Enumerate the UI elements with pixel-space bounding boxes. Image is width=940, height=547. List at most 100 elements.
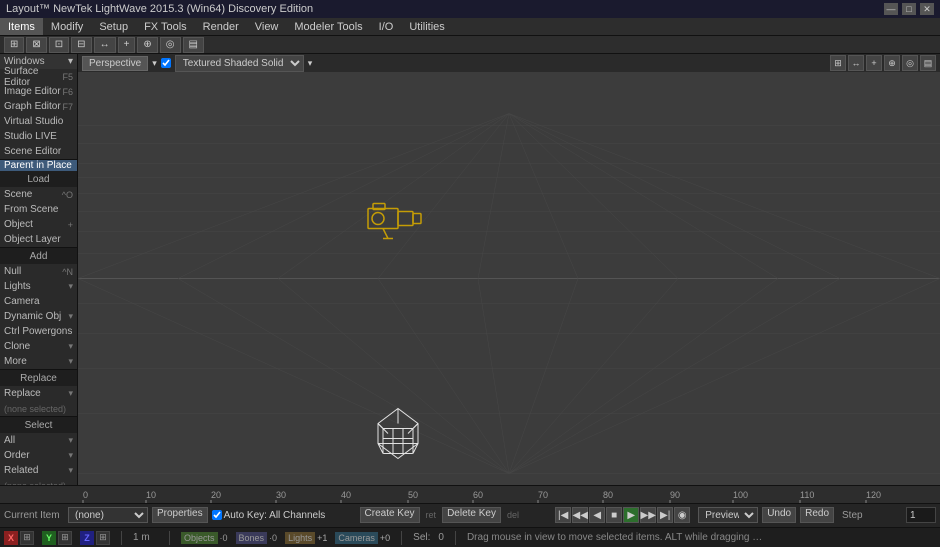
menu-items[interactable]: Items — [0, 18, 43, 35]
load-object-btn[interactable]: Object + — [0, 217, 77, 232]
vp-icon-4[interactable]: ⊕ — [884, 55, 900, 71]
pb-first[interactable]: |◀ — [555, 507, 571, 523]
cameras-plus[interactable]: +0 — [380, 533, 390, 543]
viewport-label[interactable]: Perspective — [82, 56, 148, 71]
toolbar-btn-2[interactable]: ⊠ — [26, 37, 46, 53]
menu-fx-tools[interactable]: FX Tools — [136, 18, 195, 35]
vp-icon-1[interactable]: ⊞ — [830, 55, 846, 71]
menu-render[interactable]: Render — [195, 18, 247, 35]
axis-z-btn[interactable]: Z — [80, 531, 94, 545]
toolbar-btn-1[interactable]: ⊞ — [4, 37, 24, 53]
menu-io[interactable]: I/O — [371, 18, 402, 35]
load-object-layer-btn[interactable]: Object Layer — [0, 232, 77, 247]
render-mode-select[interactable]: Textured Shaded Solid — [175, 55, 304, 72]
add-dynamic-btn[interactable]: Dynamic Obj ▾ — [0, 309, 77, 324]
pb-prev[interactable]: ◀ — [589, 507, 605, 523]
virtual-studio-btn[interactable]: Virtual Studio — [0, 114, 77, 129]
select-related-btn[interactable]: Related ▾ — [0, 463, 77, 478]
toolbar-btn-3[interactable]: ⊡ — [49, 37, 69, 53]
vp-icon-2[interactable]: ↔ — [848, 55, 864, 71]
cameras-btn[interactable]: Cameras — [335, 532, 378, 544]
lights-plus[interactable]: +1 — [317, 533, 327, 543]
axis-x-btn[interactable]: X — [4, 531, 18, 545]
image-editor-btn[interactable]: Image Editor F6 — [0, 84, 77, 99]
redo-btn[interactable]: Redo — [800, 507, 834, 523]
auto-key-label: Auto Key: All Channels — [224, 510, 326, 521]
replace-none-label: (none selected) — [0, 401, 77, 416]
vp-icon-6[interactable]: ▤ — [920, 55, 936, 71]
surface-editor-btn[interactable]: Surface Editor F5 — [0, 69, 77, 84]
axis-x-val[interactable]: ⊞ — [20, 531, 34, 545]
toolbar-btn-6[interactable]: + — [118, 37, 136, 53]
maximize-btn[interactable]: □ — [902, 3, 916, 15]
axis-y-btn[interactable]: Y — [42, 531, 56, 545]
preview-select[interactable]: Preview — [698, 507, 758, 523]
toolbar-btn-9[interactable]: ▤ — [183, 37, 204, 53]
select-header[interactable]: Select — [0, 417, 77, 433]
toolbar-btn-7[interactable]: ⊕ — [137, 37, 157, 53]
delete-key-btn[interactable]: Delete Key — [442, 507, 501, 523]
pb-stop[interactable]: ■ — [606, 507, 622, 523]
load-header[interactable]: Load — [0, 171, 77, 187]
pb-record[interactable]: ◉ — [674, 507, 690, 523]
viewport[interactable]: Perspective ▾ Textured Shaded Solid ▾ ⊞ … — [78, 54, 940, 485]
scene-editor-btn[interactable]: Scene Editor — [0, 144, 77, 159]
viewport-dropdown-arrow[interactable]: ▾ — [152, 58, 157, 69]
close-btn[interactable]: ✕ — [920, 3, 934, 15]
create-key-btn[interactable]: Create Key — [360, 507, 420, 523]
svg-text:30: 30 — [276, 490, 286, 500]
graph-editor-btn[interactable]: Graph Editor F7 — [0, 99, 77, 114]
parent-in-place-btn[interactable]: Parent in Place — [0, 160, 77, 171]
replace-section: Replace Replace ▾ (none selected) — [0, 370, 77, 417]
add-header[interactable]: Add — [0, 248, 77, 264]
hint-text: Drag mouse in view to move selected item… — [467, 532, 767, 543]
render-mode-arrow[interactable]: ▾ — [308, 58, 313, 69]
menu-utilities[interactable]: Utilities — [401, 18, 452, 35]
studio-live-btn[interactable]: Studio LIVE — [0, 129, 77, 144]
bones-btn[interactable]: Bones — [236, 532, 268, 544]
menu-modify[interactable]: Modify — [43, 18, 91, 35]
select-all-btn[interactable]: All ▾ — [0, 433, 77, 448]
step-input[interactable] — [906, 507, 936, 523]
toolbar-row: ⊞ ⊠ ⊡ ⊟ ↔ + ⊕ ◎ ▤ — [0, 36, 940, 54]
load-scene-btn[interactable]: Scene ^O — [0, 187, 77, 202]
lights-btn[interactable]: Lights — [285, 532, 315, 544]
pb-prev-fast[interactable]: ◀◀ — [572, 507, 588, 523]
replace-btn[interactable]: Replace ▾ — [0, 386, 77, 401]
add-ctrl-powergons-btn[interactable]: Ctrl Powergons — [0, 324, 77, 339]
pb-last[interactable]: ▶| — [657, 507, 673, 523]
add-null-btn[interactable]: Null ^N — [0, 264, 77, 279]
svg-text:90: 90 — [670, 490, 680, 500]
load-from-scene-btn[interactable]: From Scene — [0, 202, 77, 217]
axis-y-val[interactable]: ⊞ — [58, 531, 72, 545]
toolbar-btn-8[interactable]: ◎ — [160, 37, 181, 53]
delete-key-shortcut: del — [507, 510, 519, 520]
minimize-btn[interactable]: — — [884, 3, 898, 15]
objects-btn[interactable]: Objects — [181, 532, 218, 544]
textured-checkbox[interactable] — [161, 58, 171, 68]
replace-header[interactable]: Replace — [0, 370, 77, 386]
svg-text:0: 0 — [83, 490, 88, 500]
menu-setup[interactable]: Setup — [91, 18, 136, 35]
window-controls[interactable]: — □ ✕ — [884, 3, 934, 15]
axis-z-val[interactable]: ⊞ — [96, 531, 110, 545]
pb-play[interactable]: ▶ — [623, 507, 639, 523]
pb-next[interactable]: ▶▶ — [640, 507, 656, 523]
undo-btn[interactable]: Undo — [762, 507, 796, 523]
menu-modeler-tools[interactable]: Modeler Tools — [286, 18, 370, 35]
select-order-btn[interactable]: Order ▾ — [0, 448, 77, 463]
axis-y-row: Y ⊞ — [42, 531, 72, 545]
playback-controls: |◀ ◀◀ ◀ ■ ▶ ▶▶ ▶| ◉ — [555, 507, 690, 523]
toolbar-btn-5[interactable]: ↔ — [94, 37, 116, 53]
vp-icon-5[interactable]: ◎ — [902, 55, 918, 71]
add-camera-btn[interactable]: Camera — [0, 294, 77, 309]
menu-view[interactable]: View — [247, 18, 287, 35]
current-item-select[interactable]: (none) — [68, 507, 148, 523]
toolbar-btn-4[interactable]: ⊟ — [71, 37, 91, 53]
add-clone-btn[interactable]: Clone ▾ — [0, 339, 77, 354]
auto-key-checkbox[interactable] — [212, 510, 222, 520]
add-lights-btn[interactable]: Lights ▾ — [0, 279, 77, 294]
properties-btn[interactable]: Properties — [152, 507, 208, 523]
vp-icon-3[interactable]: + — [866, 55, 882, 71]
add-more-btn[interactable]: More ▾ — [0, 354, 77, 369]
